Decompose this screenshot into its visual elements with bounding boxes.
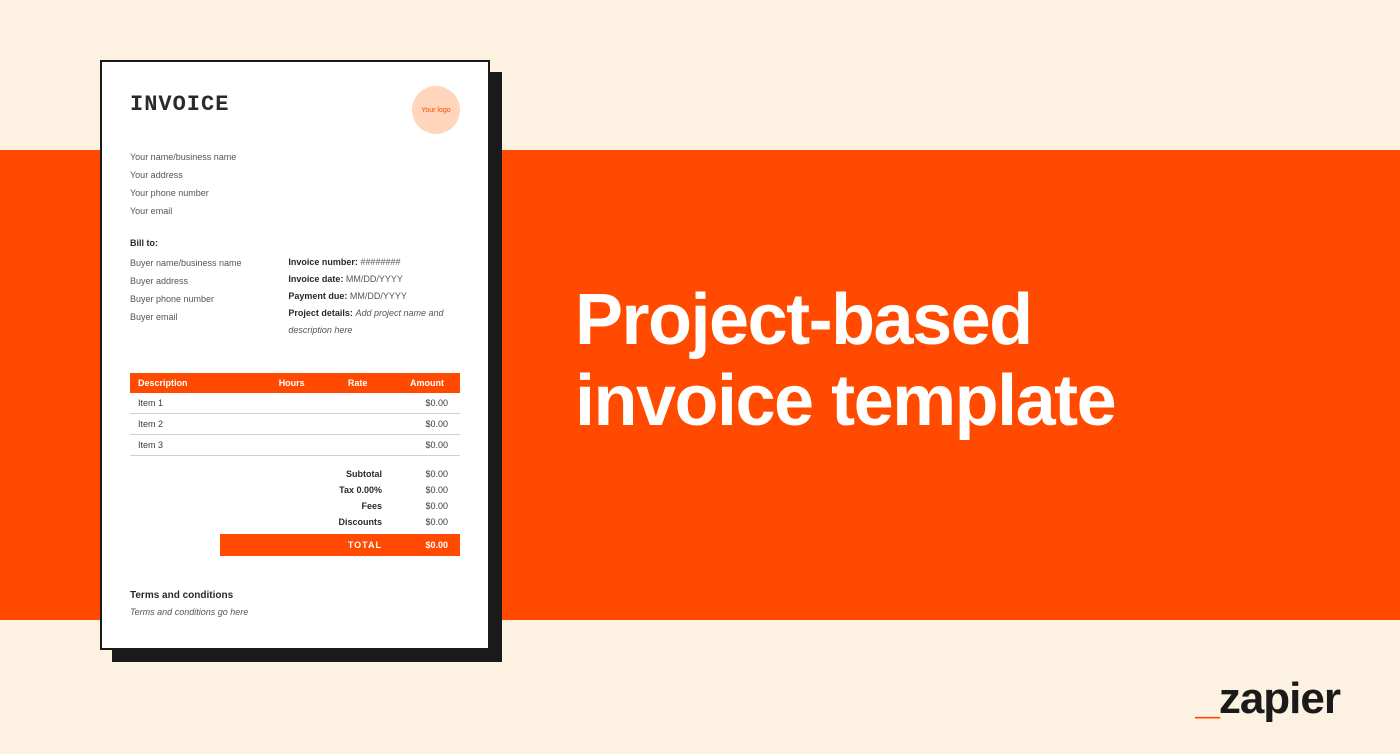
cell-description: Item 2: [130, 414, 262, 435]
bill-to-section: Bill to: Buyer name/business name Buyer …: [130, 238, 460, 339]
col-description: Description: [130, 373, 262, 393]
cell-amount: $0.00: [394, 435, 460, 456]
bill-to-label: Bill to:: [130, 238, 460, 248]
table-header-row: Description Hours Rate Amount: [130, 373, 460, 393]
subtotal-label: Subtotal: [296, 469, 406, 479]
terms-section: Terms and conditions Terms and condition…: [130, 590, 460, 617]
fees-value: $0.00: [406, 501, 460, 511]
brand-text: zapier: [1219, 674, 1340, 723]
sender-email: Your email: [130, 202, 460, 220]
discounts-value: $0.00: [406, 517, 460, 527]
invoice-date-label: Invoice date:: [288, 274, 343, 284]
invoice-number-value: ########: [360, 257, 400, 267]
fees-label: Fees: [296, 501, 406, 511]
logo-placeholder: Your logo: [412, 86, 460, 134]
payment-due-value: MM/DD/YYYY: [350, 291, 407, 301]
invoice-date-value: MM/DD/YYYY: [346, 274, 403, 284]
terms-title: Terms and conditions: [130, 590, 460, 601]
invoice-title: INVOICE: [130, 92, 229, 117]
subtotal-value: $0.00: [406, 469, 460, 479]
tax-value: $0.00: [406, 485, 460, 495]
line-items-table: Description Hours Rate Amount Item 1 $0.…: [130, 373, 460, 456]
col-amount: Amount: [394, 373, 460, 393]
total-value: $0.00: [406, 540, 460, 550]
sender-block: Your name/business name Your address You…: [130, 148, 460, 220]
project-details-label: Project details:: [288, 308, 353, 318]
brand-underscore-icon: _: [1195, 674, 1218, 723]
table-row: Item 1 $0.00: [130, 393, 460, 414]
headline-line-1: Project-based: [575, 280, 1115, 361]
total-label: TOTAL: [296, 540, 406, 550]
brand-logo: _zapier: [1195, 674, 1340, 724]
table-row: Item 3 $0.00: [130, 435, 460, 456]
summary-block: Subtotal$0.00 Tax 0.00%$0.00 Fees$0.00 D…: [130, 466, 460, 556]
total-row: TOTAL $0.00: [220, 534, 460, 556]
tax-label: Tax 0.00%: [296, 485, 406, 495]
headline: Project-based invoice template: [575, 280, 1115, 441]
logo-placeholder-text: Your logo: [421, 107, 450, 114]
sender-phone: Your phone number: [130, 184, 460, 202]
table-row: Item 2 $0.00: [130, 414, 460, 435]
invoice-card: INVOICE Your logo Your name/business nam…: [100, 60, 490, 650]
buyer-phone: Buyer phone number: [130, 290, 288, 308]
terms-body: Terms and conditions go here: [130, 607, 460, 617]
sender-name: Your name/business name: [130, 148, 460, 166]
cell-amount: $0.00: [394, 393, 460, 414]
headline-line-2: invoice template: [575, 361, 1115, 442]
buyer-email: Buyer email: [130, 308, 288, 326]
payment-due-label: Payment due:: [288, 291, 347, 301]
invoice-meta: Invoice number: ######## Invoice date: M…: [288, 254, 460, 339]
buyer-block: Buyer name/business name Buyer address B…: [130, 254, 288, 339]
sender-address: Your address: [130, 166, 460, 184]
col-rate: Rate: [321, 373, 394, 393]
cell-amount: $0.00: [394, 414, 460, 435]
invoice-number-label: Invoice number:: [288, 257, 358, 267]
cell-description: Item 1: [130, 393, 262, 414]
buyer-name: Buyer name/business name: [130, 254, 288, 272]
discounts-label: Discounts: [296, 517, 406, 527]
buyer-address: Buyer address: [130, 272, 288, 290]
cell-description: Item 3: [130, 435, 262, 456]
col-hours: Hours: [262, 373, 321, 393]
